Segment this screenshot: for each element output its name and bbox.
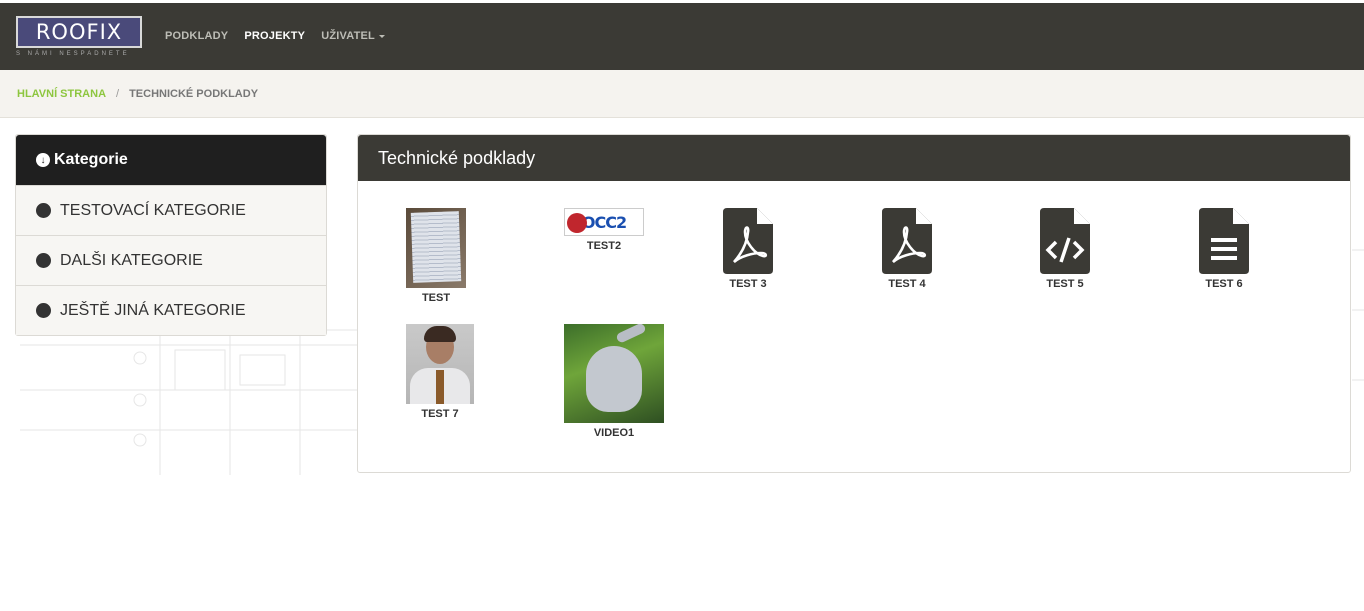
sidebar-item-label: TESTOVACÍ KATEGORIE — [60, 201, 246, 219]
file-label: TEST2 — [586, 240, 622, 252]
bullet-icon — [36, 303, 51, 318]
pdf-file-icon — [882, 208, 932, 274]
sidebar-item-testovaci-kategorie[interactable]: TESTOVACÍ KATEGORIE — [16, 185, 326, 235]
technical-documents-panel: Technické podklady TEST OCC2 TEST2 TEST … — [357, 134, 1351, 473]
file-label: VIDEO1 — [593, 427, 635, 439]
file-label: TEST — [421, 292, 451, 304]
main-nav: PODKLADY PROJEKTY UŽIVATEL — [165, 30, 385, 42]
panel-header: Technické podklady — [358, 135, 1350, 181]
file-item[interactable]: TEST 4 — [882, 208, 932, 290]
sidebar-item-label: JEŠTĚ JINÁ KATEGORIE — [60, 301, 246, 319]
nav-uzivatel-dropdown[interactable]: UŽIVATEL — [321, 30, 385, 42]
video-thumbnail — [564, 324, 664, 423]
file-thumbnail — [406, 324, 474, 404]
pdf-file-icon — [723, 208, 773, 274]
circle-arrow-down-icon: ↓ — [36, 153, 50, 167]
file-label: TEST 6 — [1205, 278, 1243, 290]
logo-text: ROOFIX — [35, 20, 123, 44]
file-thumbnail — [406, 208, 466, 288]
file-thumbnail: OCC2 — [564, 208, 644, 236]
sidebar-title: Kategorie — [54, 151, 128, 168]
sidebar-item-label: DALŠI KATEGORIE — [60, 251, 203, 269]
text-file-icon — [1199, 208, 1249, 274]
roofix-logo[interactable]: ROOFIX S NÁMI NESPADNETE — [16, 16, 142, 60]
file-item[interactable]: TEST 7 — [406, 324, 474, 420]
code-file-icon — [1040, 208, 1090, 274]
logo-tagline: S NÁMI NESPADNETE — [16, 51, 130, 57]
file-label: TEST 3 — [729, 278, 767, 290]
file-label: TEST 7 — [421, 408, 459, 420]
sidebar-item-jeste-jina-kategorie[interactable]: JEŠTĚ JINÁ KATEGORIE — [16, 285, 326, 335]
category-sidebar: ↓ Kategorie TESTOVACÍ KATEGORIE DALŠI KA… — [15, 134, 327, 336]
nav-podklady[interactable]: PODKLADY — [165, 30, 228, 42]
file-item[interactable]: TEST 3 — [723, 208, 773, 290]
sidebar-item-dalsi-kategorie[interactable]: DALŠI KATEGORIE — [16, 235, 326, 285]
breadcrumb: HLAVNÍ STRANA / TECHNICKÉ PODKLADY — [0, 70, 1364, 118]
sidebar-header: ↓ Kategorie — [16, 135, 326, 185]
bullet-icon — [36, 203, 51, 218]
file-item[interactable]: TEST — [406, 208, 466, 304]
nav-projekty[interactable]: PROJEKTY — [244, 30, 305, 42]
video-item[interactable]: VIDEO1 — [564, 324, 664, 439]
breadcrumb-separator: / — [116, 87, 120, 100]
file-item[interactable]: OCC2 TEST2 — [564, 208, 644, 252]
file-item[interactable]: TEST 5 — [1040, 208, 1090, 290]
panel-title: Technické podklady — [378, 147, 536, 168]
top-navbar: ROOFIX S NÁMI NESPADNETE PODKLADY PROJEK… — [0, 0, 1364, 70]
breadcrumb-current: TECHNICKÉ PODKLADY — [129, 87, 259, 100]
logo-box: ROOFIX — [16, 16, 142, 48]
file-label: TEST 5 — [1046, 278, 1084, 290]
caret-down-icon — [378, 34, 385, 38]
file-label: TEST 4 — [888, 278, 926, 290]
breadcrumb-home-link[interactable]: HLAVNÍ STRANA — [17, 88, 106, 100]
nav-uzivatel-label: UŽIVATEL — [321, 30, 375, 42]
file-item[interactable]: TEST 6 — [1199, 208, 1249, 290]
bullet-icon — [36, 253, 51, 268]
